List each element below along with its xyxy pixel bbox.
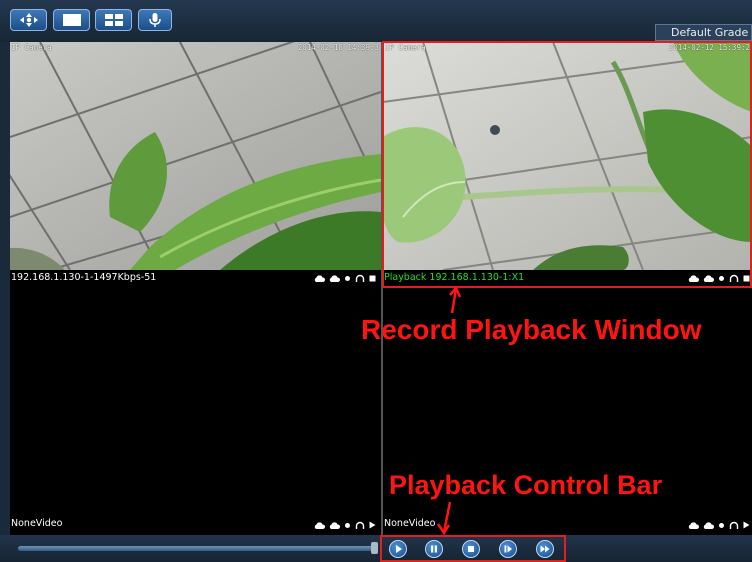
video-pane-3-empty[interactable] bbox=[10, 286, 381, 515]
cloud-upload-icon[interactable] bbox=[314, 521, 325, 530]
cloud-icon[interactable] bbox=[703, 274, 714, 283]
stop-square-icon[interactable] bbox=[743, 275, 750, 282]
play-button[interactable] bbox=[389, 540, 407, 558]
pane-divider bbox=[381, 42, 383, 535]
pane-1-stream-info: 192.168.1.130-1-1497Kbps-51 bbox=[11, 272, 157, 283]
frame-step-icon bbox=[504, 545, 512, 553]
cloud-upload-icon[interactable] bbox=[688, 521, 699, 530]
audio-headphones-icon[interactable] bbox=[355, 521, 365, 530]
ptz-control-icon bbox=[19, 13, 38, 27]
frame-step-button[interactable] bbox=[499, 540, 517, 558]
audio-headphones-icon[interactable] bbox=[729, 521, 739, 530]
record-playback-window-annotation: Record Playback Window bbox=[361, 314, 702, 345]
pane-1-status-bar: 192.168.1.130-1-1497Kbps-51 bbox=[10, 270, 381, 286]
pane-2-status-icons bbox=[688, 270, 750, 286]
camera-image-plant-leaves bbox=[10, 42, 381, 270]
pane-3-status-bar: NoneVideo bbox=[10, 515, 381, 535]
cloud-icon[interactable] bbox=[703, 521, 714, 530]
cloud-icon[interactable] bbox=[329, 274, 340, 283]
osd-timestamp: 2014-02-18 14:39:3 bbox=[297, 43, 379, 52]
stream-grade-select[interactable]: Default Grade bbox=[655, 24, 752, 41]
talk-button[interactable] bbox=[138, 9, 172, 31]
pane-3-status-icons bbox=[314, 515, 376, 535]
pane-4-stream-info: NoneVideo bbox=[384, 518, 436, 529]
fast-forward-icon bbox=[540, 545, 550, 553]
microphone-icon bbox=[149, 13, 161, 27]
pane-4-status-icons bbox=[688, 515, 750, 535]
playback-image-plant-leaves bbox=[383, 42, 752, 270]
play-triangle-icon[interactable] bbox=[369, 521, 376, 529]
record-dot-icon[interactable] bbox=[344, 275, 351, 282]
quad-view-icon bbox=[104, 14, 123, 26]
osd-timestamp: 2014-02-12 15:39:2 bbox=[668, 43, 750, 52]
osd-camera-name: IP Camera bbox=[385, 43, 426, 52]
pane-3-stream-info: NoneVideo bbox=[11, 518, 63, 529]
pane-2-status-bar: Playback 192.168.1.130-1:X1 bbox=[383, 270, 752, 286]
cloud-upload-icon[interactable] bbox=[688, 274, 699, 283]
annotation-arrow-up bbox=[449, 285, 462, 314]
stop-square-icon[interactable] bbox=[369, 275, 376, 282]
play-icon bbox=[396, 545, 402, 553]
playback-control-bar-annotation: Playback Control Bar bbox=[389, 470, 663, 500]
fast-forward-button[interactable] bbox=[536, 540, 554, 558]
video-pane-1[interactable]: IP Camera 2014-02-18 14:39:3 bbox=[10, 42, 381, 270]
top-toolbar: Default Grade bbox=[0, 0, 752, 42]
pause-button[interactable] bbox=[425, 540, 443, 558]
record-dot-icon[interactable] bbox=[718, 522, 725, 529]
pane-1-status-icons bbox=[314, 270, 376, 286]
annotation-arrow-down bbox=[436, 501, 452, 536]
playback-progress-slider[interactable] bbox=[18, 546, 376, 551]
quad-view-button[interactable] bbox=[95, 9, 132, 31]
record-dot-icon[interactable] bbox=[718, 275, 725, 282]
audio-headphones-icon[interactable] bbox=[729, 274, 739, 283]
pause-icon bbox=[431, 545, 437, 553]
cloud-upload-icon[interactable] bbox=[314, 274, 325, 283]
pane-2-playback-info: Playback 192.168.1.130-1:X1 bbox=[384, 272, 525, 283]
cloud-icon[interactable] bbox=[329, 521, 340, 530]
single-view-icon bbox=[62, 14, 81, 26]
stop-button[interactable] bbox=[462, 540, 480, 558]
osd-camera-name: IP Camera bbox=[11, 43, 52, 52]
audio-headphones-icon[interactable] bbox=[355, 274, 365, 283]
single-view-button[interactable] bbox=[53, 9, 90, 31]
video-pane-2-playback[interactable]: IP Camera 2014-02-12 15:39:2 bbox=[383, 42, 752, 270]
ptz-control-button[interactable] bbox=[10, 9, 47, 31]
stop-icon bbox=[468, 546, 474, 552]
record-dot-icon[interactable] bbox=[344, 522, 351, 529]
progress-slider-handle[interactable] bbox=[371, 542, 378, 554]
play-triangle-icon[interactable] bbox=[743, 521, 750, 529]
